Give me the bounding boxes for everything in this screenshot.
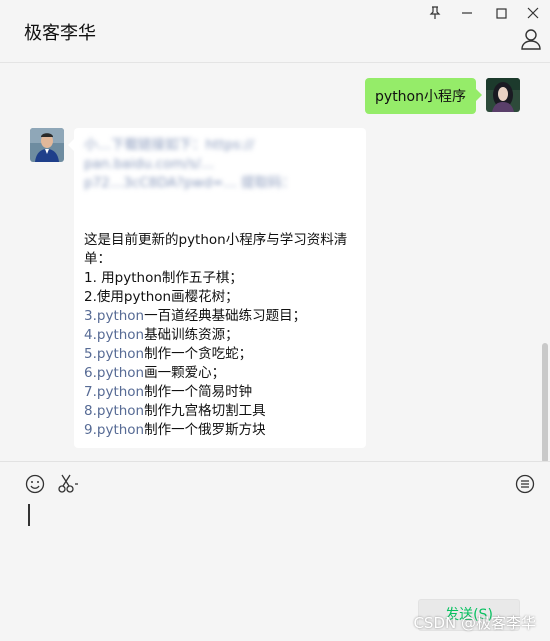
watermark: CSDN @极客李华: [413, 614, 536, 632]
maximize-icon[interactable]: [490, 4, 512, 22]
message-line: 这是目前更新的python小程序与学习资料清: [84, 232, 348, 248]
chat-messages[interactable]: python小程序 小…下载链接如下：https:// pan.baidu.co…: [0, 63, 550, 463]
resource-list-item: 7.python制作一个简易时钟: [84, 383, 356, 402]
outgoing-message-text: python小程序: [375, 89, 466, 105]
list-item-text: 画樱花树；: [171, 289, 239, 305]
list-item-python[interactable]: python: [97, 403, 144, 419]
contact-info-icon[interactable]: [520, 28, 542, 50]
resource-list: 1. 用python制作五子棋； 2.使用python画樱花树； 3.python一…: [84, 269, 356, 440]
my-avatar[interactable]: [486, 78, 520, 112]
list-item-python[interactable]: python: [97, 422, 144, 438]
resource-list-item: 3.python一百道经典基础练习题目；: [84, 307, 356, 326]
text-cursor[interactable]: [28, 504, 30, 526]
resource-list-item: 2.使用python画樱花树；: [84, 288, 356, 307]
chat-history-icon[interactable]: [514, 473, 536, 495]
list-item-text: 制作五子棋；: [161, 270, 243, 286]
list-item-python[interactable]: python: [97, 308, 144, 324]
list-item-number[interactable]: 3.: [84, 308, 97, 324]
list-item-python[interactable]: python: [97, 365, 144, 381]
resource-list-item: 4.python基础训练资源；: [84, 326, 356, 345]
minimize-icon[interactable]: [456, 4, 478, 22]
message-line: 小…下载链接如下：https://: [84, 137, 254, 153]
list-item-python[interactable]: python: [97, 346, 144, 362]
list-item-text: 制作一个贪吃蛇；: [144, 346, 253, 362]
message-line: p72…3cC8DA?pwd=… 提取码：: [84, 175, 296, 191]
list-item-number: 2.: [84, 289, 97, 305]
resource-list-item: 1. 用python制作五子棋；: [84, 269, 356, 288]
chat-scrollbar[interactable]: [542, 343, 548, 463]
message-line: 单：: [84, 251, 111, 267]
contact-avatar[interactable]: [30, 128, 64, 162]
list-item-text: 一百道经典基础练习题目；: [144, 308, 307, 324]
list-item-number[interactable]: 4.: [84, 327, 97, 343]
message-line: pan.baidu.com/s/…: [84, 156, 215, 172]
resource-list-item: 9.python制作一个俄罗斯方块: [84, 421, 356, 440]
list-item-number[interactable]: 5.: [84, 346, 97, 362]
list-item-number: 1.: [84, 270, 97, 286]
list-item-text: 制作一个简易时钟: [144, 384, 253, 400]
incoming-message[interactable]: 小…下载链接如下：https:// pan.baidu.com/s/… p72……: [68, 128, 366, 448]
list-item-python: 用python: [96, 270, 162, 286]
close-icon[interactable]: [522, 4, 544, 22]
resource-list-item: 6.python画一颗爱心；: [84, 364, 356, 383]
resource-list-item: 5.python制作一个贪吃蛇；: [84, 345, 356, 364]
list-item-python[interactable]: python: [97, 327, 144, 343]
pin-icon[interactable]: [424, 4, 446, 22]
list-item-number[interactable]: 8.: [84, 403, 97, 419]
scissors-icon[interactable]: [56, 473, 80, 495]
list-item-number[interactable]: 6.: [84, 365, 97, 381]
list-item-python[interactable]: python: [97, 384, 144, 400]
list-item-number[interactable]: 7.: [84, 384, 97, 400]
outgoing-message[interactable]: python小程序: [365, 78, 482, 114]
emoji-icon[interactable]: [24, 473, 46, 495]
list-item-python: 使用python: [96, 289, 172, 305]
title-bar: 极客李华: [0, 0, 550, 63]
chat-title: 极客李华: [24, 23, 96, 44]
input-area: 发送(S) CSDN @极客李华: [0, 461, 550, 641]
list-item-text: 基础训练资源；: [144, 327, 239, 343]
resource-list-item: 8.python制作九宫格切割工具: [84, 402, 356, 421]
list-item-number[interactable]: 9.: [84, 422, 97, 438]
list-item-text: 制作九宫格切割工具: [144, 403, 266, 419]
list-item-text: 画一颗爱心；: [144, 365, 226, 381]
list-item-text: 制作一个俄罗斯方块: [144, 422, 266, 438]
